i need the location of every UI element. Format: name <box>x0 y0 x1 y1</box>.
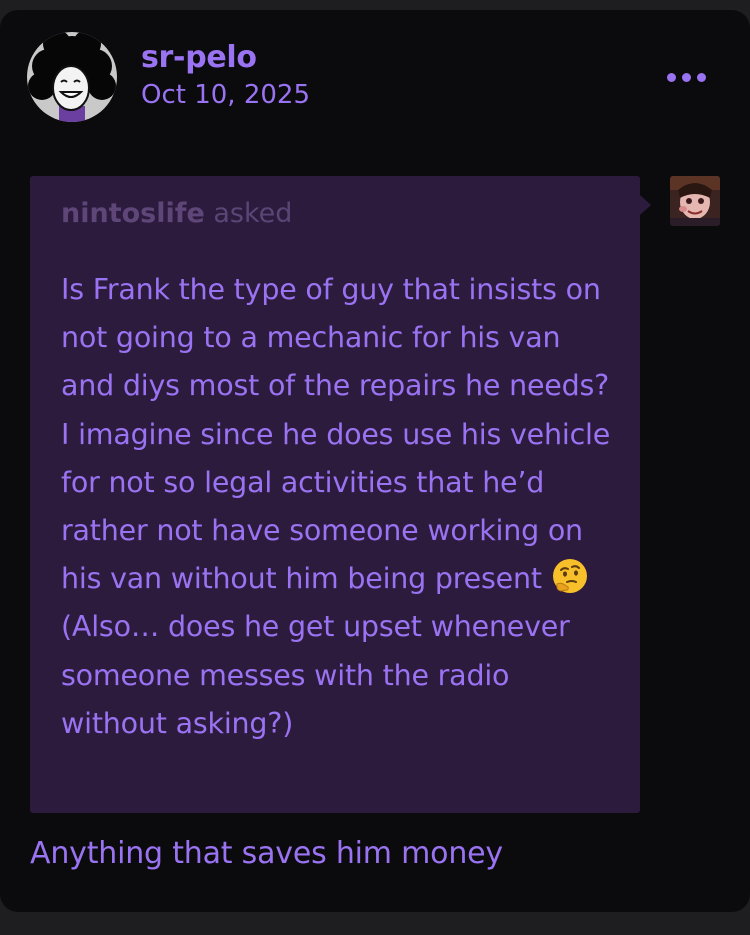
answer-text: Anything that saves him money <box>30 836 503 871</box>
top-separator <box>0 0 750 10</box>
author-avatar[interactable] <box>27 32 117 122</box>
more-horizontal-icon-dot <box>681 72 691 82</box>
asked-label: asked <box>213 198 293 229</box>
question-text: Is Frank the type of guy that insists on… <box>61 273 611 596</box>
more-options-button[interactable] <box>661 60 711 94</box>
thinking-face-icon <box>551 557 589 595</box>
post-date[interactable]: Oct 10, 2025 <box>141 80 310 110</box>
ask-bubble-pointer <box>640 195 651 215</box>
asker-avatar[interactable] <box>670 176 720 226</box>
asker-portrait-icon <box>670 176 720 226</box>
question-text-continued: (Also… does he get upset whenever someon… <box>61 610 570 740</box>
post-card: sr-pelo Oct 10, 2025 nintoslife asked Is… <box>0 10 750 912</box>
more-horizontal-icon <box>666 72 676 82</box>
asked-line: nintoslife asked <box>61 198 292 229</box>
asker-name[interactable]: nintoslife <box>61 198 205 229</box>
cartoon-face-avatar-icon <box>27 32 117 122</box>
author-name[interactable]: sr-pelo <box>141 40 257 75</box>
ask-question: Is Frank the type of guy that insists on… <box>61 266 621 748</box>
more-horizontal-icon-dot <box>696 72 706 82</box>
